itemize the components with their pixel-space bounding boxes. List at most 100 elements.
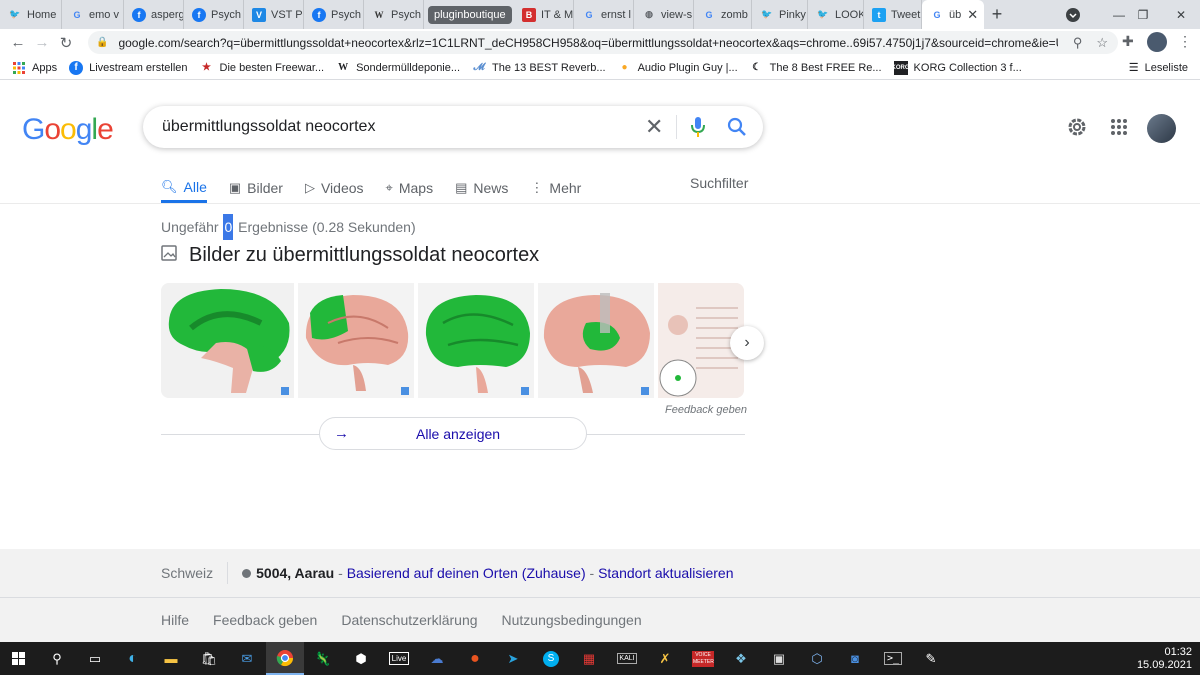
search-box[interactable]: übermittlungssoldat neocortex ✕ (143, 106, 763, 148)
menu-icon[interactable]: ⋮ (1178, 33, 1192, 50)
tab-15[interactable]: t Tweet (864, 0, 922, 29)
tab-9[interactable]: B IT & M (514, 0, 574, 29)
image-thumbnail-2[interactable] (298, 283, 414, 398)
back-icon[interactable]: ← (6, 34, 30, 51)
chrome-icon[interactable] (266, 642, 304, 675)
ubuntu-icon[interactable]: ● (456, 642, 494, 675)
tab-1[interactable]: 🐦 Home (0, 0, 62, 29)
tab-4[interactable]: f Psych (184, 0, 244, 29)
forward-icon[interactable]: → (30, 34, 54, 51)
image-thumbnail-4[interactable] (538, 283, 654, 398)
bookmark-freeware[interactable]: ★ Die besten Freewar... (200, 61, 324, 75)
images-section-heading[interactable]: Bilder zu übermittlungssoldat neocortex (161, 244, 539, 267)
microphone-icon[interactable] (691, 116, 705, 143)
bookmark-apps[interactable]: Apps (12, 61, 57, 75)
app-icon[interactable]: ▣ (760, 642, 798, 675)
tab-11[interactable]: ◍ view-s (634, 0, 694, 29)
file-explorer-icon[interactable]: ▬ (152, 642, 190, 675)
footer-link-hilfe[interactable]: Hilfe (161, 612, 189, 628)
store-icon[interactable]: 🛍 (190, 642, 228, 675)
mail-icon[interactable]: ✉ (228, 642, 266, 675)
result-count: 0 (223, 214, 234, 240)
image-thumbnail-1[interactable] (161, 283, 294, 398)
profile-avatar[interactable] (1147, 32, 1167, 52)
system-clock[interactable]: 01:32 15.09.2021 (1137, 646, 1192, 672)
search-icon[interactable] (727, 117, 747, 142)
tab-6[interactable]: f Psych (304, 0, 364, 29)
tab-active[interactable]: Güb ✕ (922, 0, 984, 29)
bookmark-reverb[interactable]: 𝓜 The 13 BEST Reverb... (472, 61, 605, 75)
extensions-icon[interactable]: ✚ (1122, 33, 1134, 50)
footer-link-privacy[interactable]: Datenschutzerklärung (341, 612, 477, 628)
task-view-icon[interactable]: ▭ (76, 642, 114, 675)
zoom-icon[interactable]: ⚲ (1073, 35, 1083, 51)
tab-3[interactable]: f asperg (124, 0, 184, 29)
bookmark-livestream[interactable]: f Livestream erstellen (69, 60, 188, 75)
account-avatar[interactable] (1147, 114, 1176, 143)
new-tab-icon[interactable]: + (984, 4, 1010, 25)
tab-13[interactable]: 🐦 Pinky (752, 0, 808, 29)
google-logo[interactable]: Google (22, 113, 114, 147)
ableton-live-icon[interactable]: Live (380, 642, 418, 675)
app-icon[interactable]: ▦ (570, 642, 608, 675)
bookmark-korg[interactable]: KORG KORG Collection 3 f... (892, 60, 1022, 75)
kali-icon[interactable]: KALI (608, 642, 646, 675)
address-bar[interactable]: 🔒 google.com/search?q=übermittlungssolda… (88, 31, 1118, 54)
google-icon: G (73, 9, 81, 20)
tab-maps[interactable]: ⌖ Maps (386, 173, 434, 203)
bookmark-sondermuell[interactable]: W Sondermülldeponie... (336, 61, 460, 75)
voicemeeter-icon[interactable]: VOICE MEETER (684, 642, 722, 675)
app-icon[interactable]: ◙ (836, 642, 874, 675)
bookmark-plugin-guy[interactable]: ● Audio Plugin Guy |... (618, 61, 738, 75)
windows-start-icon[interactable] (0, 642, 38, 675)
footer-link-terms[interactable]: Nutzungsbedingungen (502, 612, 642, 628)
telegram-icon[interactable]: ➤ (494, 642, 532, 675)
app-icon[interactable]: ❖ (722, 642, 760, 675)
reading-list[interactable]: ☰ Leseliste (1129, 61, 1188, 75)
tab-5[interactable]: V VST Pl (244, 0, 304, 29)
image-thumbnail-3[interactable] (418, 283, 534, 398)
google-icon: G (705, 9, 713, 20)
update-location-link[interactable]: Standort aktualisieren (598, 565, 733, 581)
tab-12[interactable]: Gzomb (694, 0, 752, 29)
app-icon[interactable]: ☁ (418, 642, 456, 675)
clear-icon[interactable]: ✕ (645, 114, 663, 140)
app-icon[interactable]: ⬢ (342, 642, 380, 675)
suchfilter-button[interactable]: Suchfilter (690, 175, 748, 191)
tab-7[interactable]: W Psych (364, 0, 424, 29)
search-input[interactable]: übermittlungssoldat neocortex (162, 118, 375, 136)
skype-icon[interactable]: S (532, 642, 570, 675)
close-window-icon[interactable]: ✕ (1158, 0, 1200, 29)
tab-bilder[interactable]: ▣ Bilder (229, 173, 283, 203)
tab-group-pluginboutique[interactable]: pluginboutique (424, 0, 514, 29)
notepad-icon[interactable]: ✎ (912, 642, 950, 675)
tab-videos[interactable]: ▷ Videos (305, 173, 364, 203)
show-all-images-button[interactable]: → Alle anzeigen (319, 417, 587, 450)
bookmark-free-reverb[interactable]: ☾ The 8 Best FREE Re... (750, 61, 881, 75)
virtualbox-icon[interactable]: ⬡ (798, 642, 836, 675)
vst-icon: V (252, 7, 266, 22)
carousel-next-button[interactable]: › (730, 326, 764, 360)
close-tab-icon[interactable]: ✕ (967, 7, 978, 23)
footer-links: Hilfe Feedback geben Datenschutzerklärun… (0, 598, 1200, 642)
tab-2[interactable]: Gemo v (62, 0, 124, 29)
tab-14[interactable]: 🐦 LOOK (808, 0, 864, 29)
tab-news[interactable]: ▤ News (455, 173, 508, 203)
app-icon[interactable]: ✗ (646, 642, 684, 675)
tab-mehr[interactable]: ⋮ Mehr (530, 173, 581, 203)
search-icon[interactable]: ⚲ (38, 642, 76, 675)
terminal-icon[interactable]: >_ (874, 642, 912, 675)
footer-link-feedback[interactable]: Feedback geben (213, 612, 317, 628)
edge-icon[interactable]: ◐ (114, 642, 152, 675)
feedback-link[interactable]: Feedback geben (665, 404, 747, 416)
google-apps-icon[interactable] (1110, 118, 1128, 141)
tab-search-icon[interactable] (1050, 0, 1096, 29)
location-basis-link[interactable]: Basierend auf deinen Orten (Zuhause) (347, 565, 586, 581)
browser-tab-strip: 🐦 Home Gemo v f asperg f Psych V VST Pl f Psy… (0, 0, 1200, 29)
reload-icon[interactable]: ↻ (54, 34, 78, 52)
settings-gear-icon[interactable] (1066, 116, 1088, 143)
tab-10[interactable]: Gernst l (574, 0, 634, 29)
app-icon[interactable]: 🦎 (304, 642, 342, 675)
bookmark-star-icon[interactable]: ☆ (1096, 35, 1108, 51)
tab-alle[interactable]: 🔍︎ Alle (161, 173, 207, 203)
